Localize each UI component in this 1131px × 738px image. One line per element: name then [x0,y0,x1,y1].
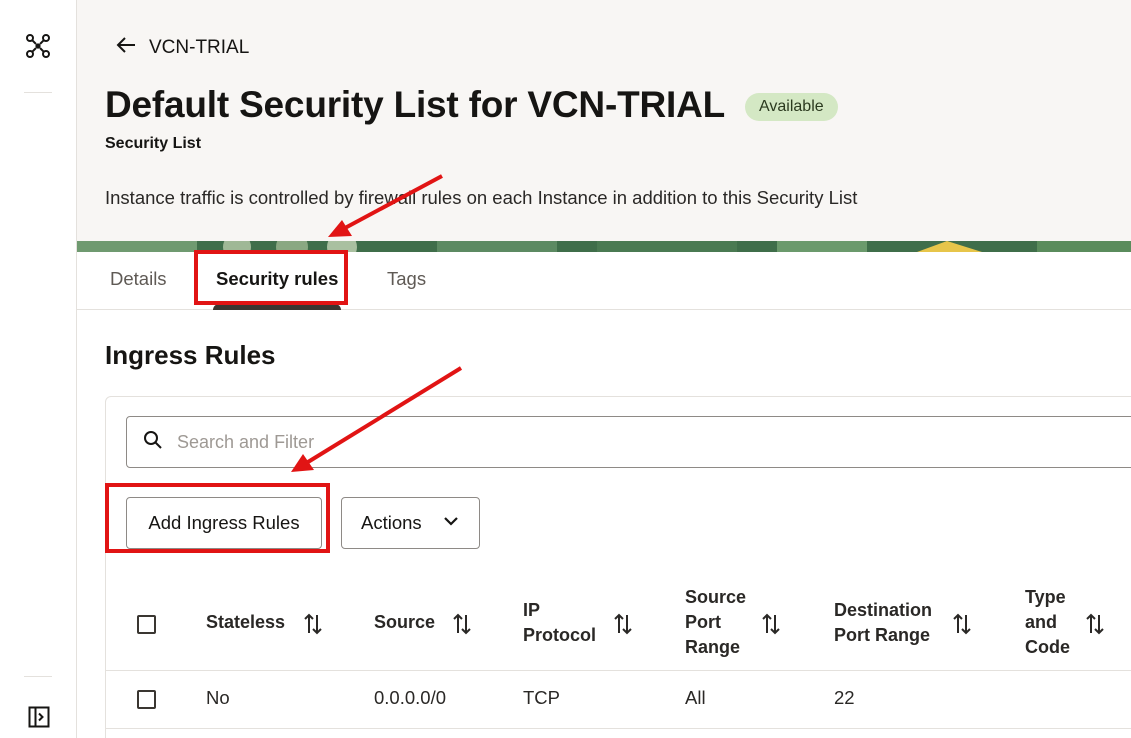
column-header-destination-port-range[interactable]: Destination Port Range [834,598,932,648]
table-divider [106,670,1131,671]
decorative-banner [77,241,1131,252]
section-title: Ingress Rules [105,340,276,370]
sort-icon[interactable] [1085,613,1105,635]
rail-divider [24,92,52,93]
search-icon [143,430,163,455]
column-header-source-port-range[interactable]: Source Port Range [685,585,746,660]
status-badge: Available [745,93,838,121]
cell-source: 0.0.0.0/0 [374,687,447,708]
tab-security-rules[interactable]: Security rules [216,268,338,290]
ingress-rules-panel: Add Ingress Rules Actions Stateless Sour… [105,396,1131,738]
cell-destination-port-range: 22 [834,687,855,708]
column-header-ip-protocol[interactable]: IP Protocol [523,598,596,648]
left-rail [0,0,77,738]
arrow-left-icon [115,34,137,62]
column-header-stateless[interactable]: Stateless [206,610,285,635]
add-ingress-rules-label: Add Ingress Rules [148,512,300,533]
sort-icon[interactable] [761,613,781,635]
column-header-type-and-code[interactable]: Type and Code [1025,585,1070,660]
page-title: Default Security List for VCN-TRIAL [105,84,725,125]
expand-sidebar-icon[interactable] [28,706,50,728]
network-icon[interactable] [25,33,51,59]
tab-bar: Details Security rules Tags [77,252,1131,310]
select-all-checkbox[interactable] [137,615,156,634]
cell-source-port-range: All [685,687,706,708]
sort-icon[interactable] [952,613,972,635]
cell-stateless: No [206,687,230,708]
page-header: VCN-TRIAL Default Security List for VCN-… [77,0,1131,252]
chevron-down-icon [442,512,460,535]
sort-icon[interactable] [452,613,472,635]
table-divider [106,728,1131,729]
sort-icon[interactable] [303,613,323,635]
back-link-label: VCN-TRIAL [149,37,250,58]
page-subtitle: Security List [105,135,202,152]
column-header-source[interactable]: Source [374,610,435,635]
tab-details[interactable]: Details [110,268,167,290]
row-checkbox[interactable] [137,690,156,709]
actions-dropdown-button[interactable]: Actions [341,497,480,549]
sort-icon[interactable] [613,613,633,635]
search-field[interactable] [126,416,1131,468]
active-tab-indicator [213,304,341,310]
cell-ip-protocol: TCP [523,687,560,708]
add-ingress-rules-button[interactable]: Add Ingress Rules [126,497,322,549]
back-link[interactable]: VCN-TRIAL [115,34,249,62]
actions-label: Actions [361,512,422,533]
rail-divider [24,676,52,677]
tab-tags[interactable]: Tags [387,268,426,290]
search-input[interactable] [177,431,1077,453]
page-description: Instance traffic is controlled by firewa… [105,187,858,208]
